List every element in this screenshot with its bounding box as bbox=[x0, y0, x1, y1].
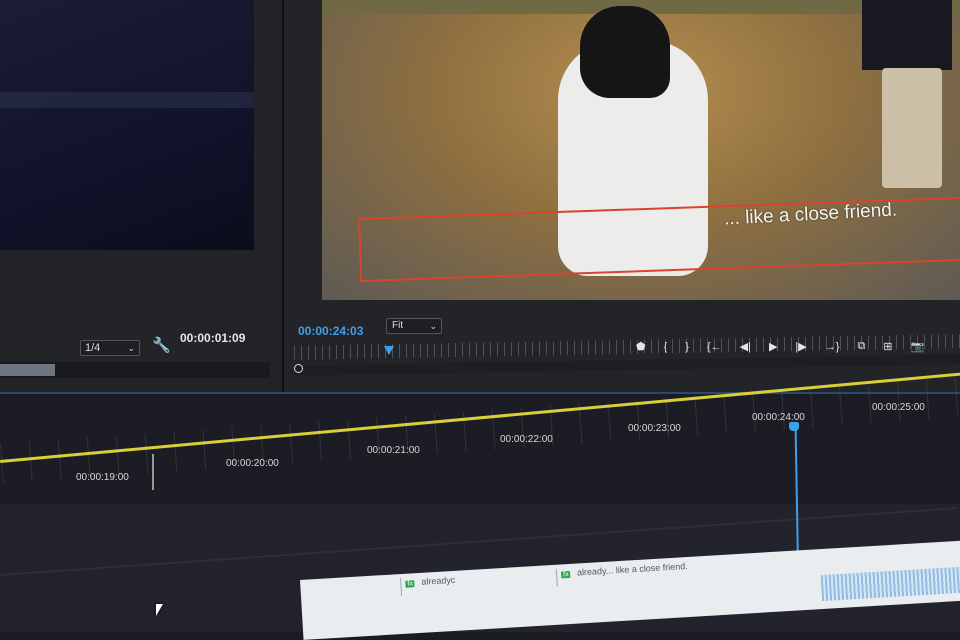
source-video-frame bbox=[0, 0, 254, 250]
out-point-icon[interactable]: } bbox=[685, 341, 689, 353]
video-reflection bbox=[0, 92, 254, 108]
timeline-timecode-label: 00:00:22:00 bbox=[500, 434, 553, 445]
step-back-icon[interactable]: ◀| bbox=[740, 340, 751, 353]
source-scrub-bar[interactable] bbox=[0, 362, 270, 378]
play-icon[interactable]: ▶ bbox=[769, 340, 777, 353]
mouse-cursor-icon bbox=[156, 604, 163, 616]
step-forward-icon[interactable]: |▶ bbox=[795, 340, 806, 353]
go-to-in-icon[interactable]: {← bbox=[707, 341, 722, 353]
lift-icon[interactable]: ⧉ bbox=[857, 340, 865, 353]
chevron-down-icon: ⌄ bbox=[127, 343, 135, 353]
program-monitor-panel: ... like a close friend. 00:00:24:03 Fit… bbox=[284, 0, 960, 392]
source-zoom-value: 1/4 bbox=[85, 342, 101, 354]
program-timecode[interactable]: 00:00:24:03 bbox=[298, 324, 363, 338]
timeline-timecode-label: 00:00:20:00 bbox=[226, 458, 279, 469]
in-point-icon[interactable]: { bbox=[664, 341, 668, 353]
clip-label: already... like a close friend. bbox=[576, 560, 689, 578]
program-zoom-value: Fit bbox=[392, 320, 404, 331]
video-person-background bbox=[862, 0, 952, 200]
timeline-timecode-label: 00:00:21:00 bbox=[367, 445, 420, 456]
wrench-icon[interactable]: 🔧 bbox=[152, 336, 171, 354]
video-person-hair bbox=[580, 6, 670, 98]
timeline-timecode-label: 00:00:23:00 bbox=[628, 423, 681, 434]
source-scrub-fill bbox=[0, 364, 55, 376]
timeline-in-marker[interactable] bbox=[152, 454, 154, 490]
go-to-out-icon[interactable]: →} bbox=[825, 341, 840, 353]
timeline-panel: 00:00:19:00 00:00:20:00 00:00:21:00 00:0… bbox=[0, 369, 960, 640]
program-zoom-select[interactable]: Fit ⌄ bbox=[386, 318, 442, 334]
program-playhead[interactable] bbox=[384, 346, 394, 355]
program-video-frame: ... like a close friend. bbox=[322, 0, 960, 300]
subtitle-clip[interactable]: fx already... like a close friend. bbox=[555, 557, 742, 587]
timeline-ruler-ticks[interactable] bbox=[0, 377, 960, 484]
audio-waveform[interactable] bbox=[820, 564, 960, 602]
clip-label: alreadyc bbox=[420, 574, 456, 587]
fx-badge-icon: fx bbox=[405, 580, 416, 588]
extract-icon[interactable]: ⊞ bbox=[883, 340, 892, 353]
chevron-down-icon: ⌄ bbox=[429, 321, 437, 331]
source-timecode: 00:00:01:09 bbox=[180, 331, 246, 345]
marker-icon[interactable]: ⬟ bbox=[636, 340, 646, 353]
fx-badge-icon: fx bbox=[560, 570, 571, 579]
timeline-timecode-label: 00:00:25:00 bbox=[872, 402, 925, 413]
source-monitor-panel: 1/4 ⌄ 🔧 00:00:01:09 ⧉ ⊞ 📷 + bbox=[0, 0, 284, 420]
subtitle-clip[interactable]: fx alreadyc bbox=[400, 568, 556, 597]
timeline-timecode-label: 00:00:19:00 bbox=[76, 472, 129, 483]
source-zoom-select[interactable]: 1/4 ⌄ bbox=[80, 340, 140, 356]
transport-controls: ⬟ { } {← ◀| ▶ |▶ →} ⧉ ⊞ 📷 bbox=[636, 340, 924, 353]
zoom-handle-icon[interactable] bbox=[294, 364, 303, 373]
camera-icon[interactable]: 📷 bbox=[911, 340, 925, 353]
